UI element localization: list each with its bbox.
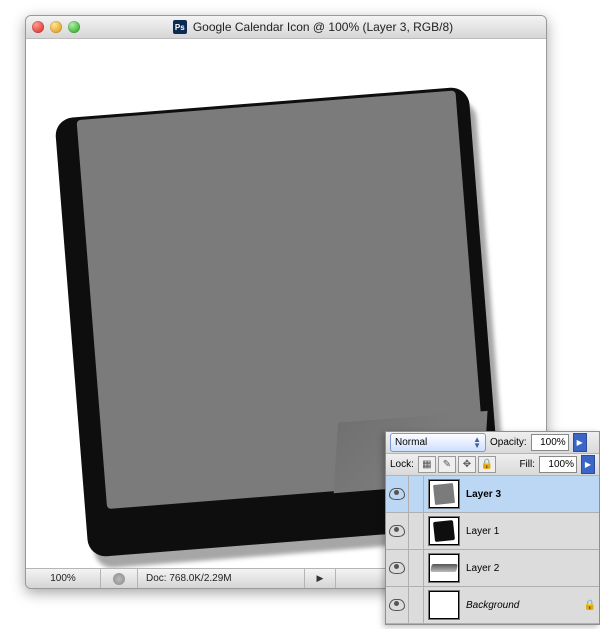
- window-title: Google Calendar Icon @ 100% (Layer 3, RG…: [193, 20, 453, 34]
- layers-panel: Normal ▲▼ Opacity: 100% ▶ Lock: ▦ ✎ ✥ 🔒 …: [385, 431, 600, 625]
- minimize-icon[interactable]: [50, 21, 62, 33]
- layer-name[interactable]: Layer 3: [464, 489, 581, 500]
- titlebar[interactable]: Ps Google Calendar Icon @ 100% (Layer 3,…: [26, 16, 546, 39]
- zoom-icon[interactable]: [68, 21, 80, 33]
- all-lock-icon[interactable]: 🔒: [478, 456, 496, 473]
- eye-icon: [389, 562, 405, 574]
- lock-row: Lock: ▦ ✎ ✥ 🔒 Fill: 100% ▶: [386, 454, 599, 476]
- fill-slider-arrow[interactable]: ▶: [581, 455, 595, 474]
- close-icon[interactable]: [32, 21, 44, 33]
- layer-name[interactable]: Background: [464, 600, 581, 611]
- status-preview-icon[interactable]: [101, 569, 138, 588]
- link-col[interactable]: [409, 513, 424, 549]
- visibility-toggle[interactable]: [386, 587, 409, 623]
- link-col[interactable]: [409, 550, 424, 586]
- layer-row[interactable]: Layer 2: [386, 550, 599, 587]
- zoom-field[interactable]: 100%: [26, 569, 101, 588]
- transparency-lock-icon[interactable]: ▦: [418, 456, 436, 473]
- layer-thumbnail[interactable]: [428, 590, 460, 620]
- window-title-wrap: Ps Google Calendar Icon @ 100% (Layer 3,…: [86, 20, 540, 34]
- layer-thumbnail[interactable]: [428, 553, 460, 583]
- lock-label: Lock:: [390, 459, 414, 470]
- layer-row[interactable]: Layer 3: [386, 476, 599, 513]
- select-arrows-icon: ▲▼: [473, 437, 481, 449]
- opacity-label: Opacity:: [490, 437, 527, 448]
- link-col[interactable]: [409, 587, 424, 623]
- layer-lock-indicator: 🔒: [581, 600, 599, 611]
- blend-mode-select[interactable]: Normal ▲▼: [390, 433, 486, 452]
- arrow-right-icon: ▶: [313, 572, 327, 586]
- position-lock-icon[interactable]: ✥: [458, 456, 476, 473]
- eye-icon: [389, 599, 405, 611]
- traffic-lights: [32, 21, 80, 33]
- doc-info[interactable]: Doc: 768.0K/2.29M: [138, 569, 305, 588]
- fill-label: Fill:: [519, 459, 535, 470]
- eye-icon: [389, 525, 405, 537]
- pixels-lock-icon[interactable]: ✎: [438, 456, 456, 473]
- visibility-toggle[interactable]: [386, 513, 409, 549]
- fill-field[interactable]: 100%: [539, 456, 577, 473]
- layer-list: Layer 3 Layer 1 Layer 2 Background 🔒: [386, 476, 599, 624]
- layer-name[interactable]: Layer 2: [464, 563, 581, 574]
- layer-row[interactable]: Layer 1: [386, 513, 599, 550]
- opacity-slider-arrow[interactable]: ▶: [573, 433, 587, 452]
- link-col[interactable]: [409, 476, 424, 512]
- layer-name[interactable]: Layer 1: [464, 526, 581, 537]
- layer-row[interactable]: Background 🔒: [386, 587, 599, 624]
- app-badge-icon: Ps: [173, 20, 187, 34]
- layer-thumbnail[interactable]: [428, 516, 460, 546]
- status-menu-arrow[interactable]: ▶: [305, 569, 336, 588]
- lock-icon: 🔒: [584, 600, 596, 611]
- opacity-field[interactable]: 100%: [531, 434, 569, 451]
- visibility-toggle[interactable]: [386, 476, 409, 512]
- blend-row: Normal ▲▼ Opacity: 100% ▶: [386, 432, 599, 454]
- visibility-toggle[interactable]: [386, 550, 409, 586]
- eye-icon: [389, 488, 405, 500]
- layer-thumbnail[interactable]: [428, 479, 460, 509]
- globe-icon: [113, 573, 125, 585]
- blend-mode-value: Normal: [395, 437, 427, 448]
- lock-icons-group: ▦ ✎ ✥ 🔒: [418, 456, 496, 473]
